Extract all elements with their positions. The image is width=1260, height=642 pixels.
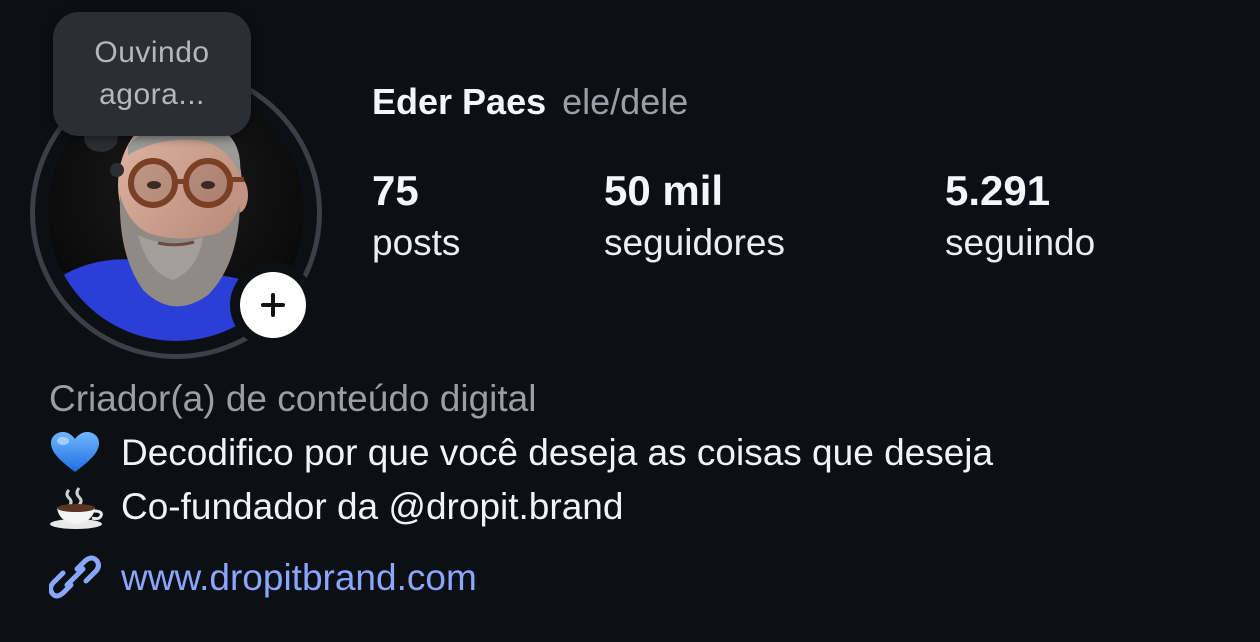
coffee-cup-icon bbox=[49, 484, 105, 530]
profile-name: Eder Paes bbox=[372, 81, 547, 122]
plus-icon bbox=[261, 293, 285, 317]
profile-pronouns: ele/dele bbox=[562, 81, 689, 122]
add-story-button[interactable] bbox=[230, 262, 316, 348]
note-text-line2: agora... bbox=[99, 78, 205, 111]
profile-link-text[interactable]: www.dropitbrand.com bbox=[121, 555, 477, 601]
blue-heart-icon bbox=[49, 430, 105, 476]
bio-line-1: Decodifico por que você deseja as coisas… bbox=[49, 430, 993, 476]
stat-following[interactable]: 5.291 seguindo bbox=[945, 166, 1095, 266]
profile-name-line: Eder Paes ele/dele bbox=[372, 80, 688, 124]
link-icon bbox=[48, 555, 103, 601]
profile-category: Criador(a) de conteúdo digital bbox=[49, 378, 537, 419]
note-text-line1: Ouvindo bbox=[94, 36, 210, 69]
note-tail-small bbox=[110, 163, 124, 177]
bio-line-2: Co-fundador da @dropit.brand bbox=[49, 484, 623, 530]
bio-line-1-text: Decodifico por que você deseja as coisas… bbox=[121, 432, 994, 473]
note-bubble[interactable]: Ouvindo agora... bbox=[53, 12, 251, 136]
stat-posts-label: posts bbox=[372, 222, 461, 263]
stat-followers[interactable]: 50 mil seguidores bbox=[604, 166, 785, 266]
stat-posts[interactable]: 75 posts bbox=[372, 166, 460, 266]
stat-followers-label: seguidores bbox=[604, 222, 786, 263]
bio-line-2-text: Co-fundador da @dropit.brand bbox=[121, 486, 624, 527]
stat-followers-value: 50 mil bbox=[604, 167, 724, 214]
stat-following-value: 5.291 bbox=[945, 167, 1051, 214]
stat-posts-value: 75 bbox=[372, 167, 419, 214]
stat-following-label: seguindo bbox=[945, 222, 1096, 263]
profile-link[interactable]: www.dropitbrand.com bbox=[48, 555, 477, 601]
